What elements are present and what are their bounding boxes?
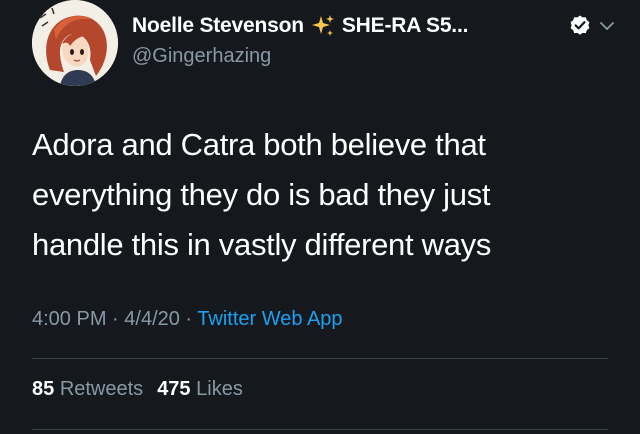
retweets-stat[interactable]: 85 Retweets	[32, 378, 143, 400]
retweets-count: 85	[32, 378, 55, 400]
chevron-down-icon[interactable]	[598, 17, 616, 35]
tweet-detail: Noelle Stevenson SHE-RA S5... @Gingerhaz…	[0, 0, 640, 434]
tweet-text-line: Adora and Catra both believe that	[32, 127, 486, 162]
likes-label: Likes	[196, 378, 243, 400]
user-handle[interactable]: @Gingerhazing	[132, 45, 271, 68]
likes-stat[interactable]: 475 Likes	[157, 378, 243, 400]
sparkles-icon	[311, 15, 334, 36]
verified-badge-icon	[570, 15, 590, 35]
tweet-text-line: everything they do is bad they just	[32, 177, 491, 212]
tweet-time[interactable]: 4:00 PM	[32, 308, 106, 330]
retweets-label: Retweets	[59, 378, 144, 400]
tweet-date[interactable]: 4/4/20	[124, 308, 180, 330]
meta-separator: ·	[179, 308, 198, 330]
tweet-header: Noelle Stevenson SHE-RA S5... @Gingerhaz…	[32, 0, 622, 90]
likes-count: 475	[157, 378, 191, 400]
display-name-row[interactable]: Noelle Stevenson SHE-RA S5...	[132, 11, 468, 41]
avatar-illustration-icon	[32, 0, 118, 86]
avatar[interactable]	[32, 0, 118, 86]
display-name[interactable]: Noelle Stevenson	[132, 14, 304, 38]
display-name-suffix[interactable]: SHE-RA S5...	[342, 14, 469, 38]
tweet-text-line: handle this in vastly different ways	[32, 227, 492, 262]
tweet-meta: 4:00 PM · 4/4/20 · Twitter Web App	[32, 308, 343, 331]
tweet-source-link[interactable]: Twitter Web App	[197, 308, 342, 330]
meta-separator: ·	[106, 308, 125, 330]
tweet-text: Adora and Catra both believe that everyt…	[32, 120, 612, 270]
divider	[32, 429, 608, 430]
divider	[32, 358, 608, 359]
tweet-stats: 85 Retweets 475 Likes	[32, 378, 243, 401]
